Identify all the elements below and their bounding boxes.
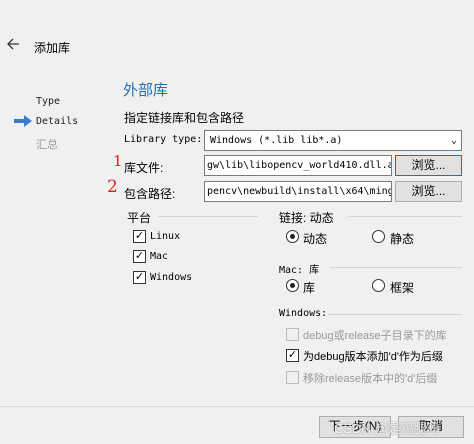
- include-path-browse-button[interactable]: 浏览...: [395, 181, 462, 202]
- linux-label: Linux: [150, 231, 181, 242]
- lib-file-input[interactable]: gw\lib\libopencv_world410.dll.a: [204, 155, 392, 176]
- linux-checkbox[interactable]: ✓: [133, 230, 146, 243]
- windows-divider: [328, 314, 462, 315]
- page-subheading: 指定链接库和包含路径: [124, 111, 245, 125]
- mac-group-title: Mac: 库: [279, 265, 320, 276]
- debug-suffix-label: 为debug版本添加'd'作为后缀: [303, 351, 443, 363]
- linking-static-label: 静态: [390, 232, 415, 246]
- step-summary: 汇总: [36, 138, 58, 151]
- library-type-value: Windows (*.lib lib*.a): [210, 135, 343, 146]
- linking-dynamic-label: 动态: [303, 232, 328, 246]
- mac-library-radio[interactable]: [286, 279, 299, 292]
- lib-file-label: 库文件:: [124, 161, 164, 175]
- current-step-arrow-icon: [14, 115, 32, 127]
- mac-label: Mac: [150, 251, 169, 262]
- linking-static-radio[interactable]: [372, 230, 385, 243]
- annotation-one: 1: [113, 152, 123, 170]
- windows-checkbox[interactable]: ✓: [133, 271, 146, 284]
- step-details: Details: [36, 116, 79, 127]
- annotation-two: 2: [107, 177, 118, 197]
- mac-framework-radio[interactable]: [372, 279, 385, 292]
- platform-title: 平台: [127, 211, 152, 225]
- debug-release-subdir-label: debug或release子目录下的库: [303, 330, 447, 342]
- debug-suffix-checkbox[interactable]: ✓: [286, 349, 299, 362]
- watermark: CSDN @是鸡腿吗: [334, 421, 440, 436]
- mac-checkbox[interactable]: ✓: [133, 250, 146, 263]
- step-type: Type: [36, 96, 61, 107]
- debug-release-subdir-checkbox[interactable]: [286, 328, 299, 341]
- mac-divider: [330, 267, 462, 268]
- back-arrow-icon[interactable]: [6, 36, 20, 52]
- library-type-label: Library type:: [124, 134, 203, 145]
- remove-release-suffix-label: 移除release版本中的'd'后缀: [303, 373, 438, 385]
- linking-title: 链接: 动态: [279, 211, 334, 225]
- windows-label: Windows: [150, 272, 193, 283]
- platform-divider: [158, 216, 258, 217]
- wizard-title: 添加库: [34, 41, 71, 55]
- page-heading: 外部库: [123, 82, 169, 99]
- include-path-label: 包含路径:: [124, 187, 176, 201]
- windows-group-title: Windows:: [279, 308, 328, 319]
- remove-release-suffix-checkbox[interactable]: [286, 371, 299, 384]
- library-type-select[interactable]: Windows (*.lib lib*.a) ⌄: [204, 130, 462, 151]
- include-path-input[interactable]: pencv\newbuild\install\x64\mingw: [204, 181, 392, 202]
- mac-library-label: 库: [303, 281, 316, 295]
- linking-dynamic-radio[interactable]: [286, 230, 299, 243]
- chevron-down-icon: ⌄: [450, 135, 457, 146]
- lib-file-browse-button[interactable]: 浏览...: [395, 155, 462, 176]
- linking-divider: [348, 216, 462, 217]
- mac-framework-label: 框架: [390, 281, 415, 295]
